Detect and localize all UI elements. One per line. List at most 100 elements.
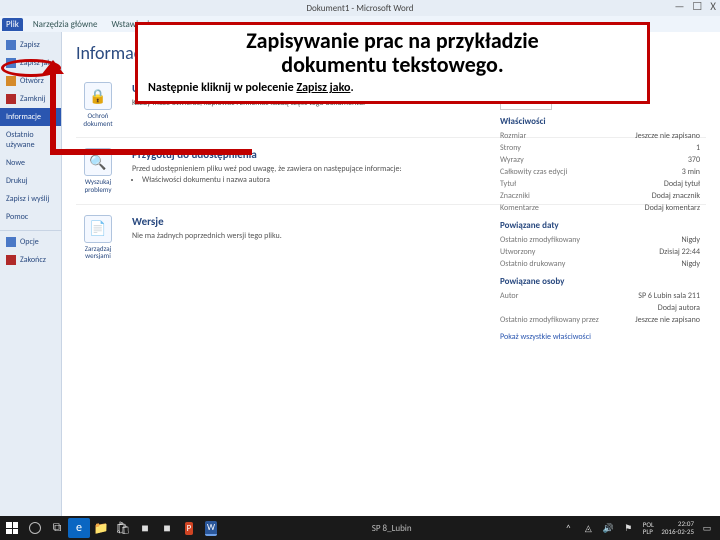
backstage-main: Informacje 🔒 Ochroń dokument Uprawnienia… [62, 32, 720, 516]
task-view-icon[interactable]: ⧉ [46, 518, 68, 538]
nav-label: Opcje [20, 237, 39, 247]
prop-val[interactable]: Dodaj znacznik [652, 191, 700, 201]
prop-row: RozmiarJeszcze nie zapisano [500, 130, 700, 142]
clock-date: 2016-02-25 [661, 528, 694, 536]
close-button[interactable]: X [710, 0, 716, 13]
prop-row: Znaczniki Dodaj znacznik [500, 190, 700, 202]
title-bar: Dokument1 - Microsoft Word — ☐ X [0, 0, 720, 16]
nav-label: Ostatnio używane [6, 130, 55, 150]
prop-row: Ostatnio drukowanyNigdy [500, 258, 700, 270]
maximize-button[interactable]: ☐ [692, 0, 702, 13]
prop-val: Jeszcze nie zapisano [635, 315, 700, 325]
icon-caption: Ochroń dokument [76, 112, 120, 127]
prop-key: Ostatnio zmodyfikowany przez [500, 315, 599, 325]
instr-underlined: Zapisz jako [296, 81, 350, 95]
system-tray: ^ ◬ 🔊 ⚑ POL PLP 22:07 2016-02-25 ▭ [561, 518, 720, 538]
taskbar: ⧉ e 📁 🛍 ■ ■ P W SP 8_Lubin ^ ◬ 🔊 ⚑ POL P… [0, 516, 720, 540]
exit-icon [6, 255, 16, 265]
section-heading: Wersje [132, 215, 282, 228]
powerpoint-icon[interactable]: P [178, 518, 200, 538]
section-body: Wersje Nie ma żadnych poprzednich wersji… [132, 215, 282, 260]
prop-row: Całkowity czas edycji3 min [500, 166, 700, 178]
protect-document-button[interactable]: 🔒 Ochroń dokument [76, 82, 120, 127]
minimize-button[interactable]: — [674, 0, 684, 13]
nav-zapisz[interactable]: Zapisz [0, 36, 61, 54]
prop-key: Strony [500, 143, 521, 153]
save-as-icon [6, 58, 16, 68]
nav-label: Zakończ [20, 255, 46, 265]
start-button[interactable] [0, 516, 24, 540]
section-desc: Nie ma żadnych poprzednich wersji tego p… [132, 231, 282, 241]
instr-period: . [350, 81, 353, 95]
nav-zapisz-i-wyslij[interactable]: Zapisz i wyślij [0, 190, 61, 208]
prop-key: Autor [500, 291, 518, 301]
prop-key: Wyrazy [500, 155, 524, 165]
nav-label: Otwórz [20, 76, 44, 86]
arrow-head [42, 60, 64, 74]
nav-drukuj[interactable]: Drukuj [0, 172, 61, 190]
windows-logo-icon [6, 522, 18, 534]
prop-val: 1 [696, 143, 700, 153]
word-icon[interactable]: W [200, 518, 222, 538]
language-indicator[interactable]: POL PLP [641, 518, 655, 538]
section-body: Przygotuj do udostępnienia Przed udostęp… [132, 148, 402, 193]
instr-text: Następnie kliknij w polecenie [148, 81, 296, 95]
prop-key: Komentarze [500, 203, 539, 213]
nav-zakoncz[interactable]: Zakończ [0, 251, 61, 269]
tab-narzedzia-glowne[interactable]: Narzędzia główne [29, 18, 102, 31]
prop-val: Dzisiaj 22:44 [659, 247, 700, 257]
open-icon [6, 76, 16, 86]
chevron-up-icon[interactable]: ^ [561, 518, 575, 538]
prop-row: TytułDodaj tytuł [500, 178, 700, 190]
props-heading: Powiązane osoby [500, 276, 700, 287]
prop-val[interactable]: Dodaj autora [658, 303, 700, 313]
instruction-callout: Zapisywanie prac na przykładzie dokument… [135, 22, 650, 104]
prop-val[interactable]: Dodaj komentarz [645, 203, 700, 213]
volume-icon[interactable]: 🔊 [601, 518, 615, 538]
nav-nowe[interactable]: Nowe [0, 154, 61, 172]
nav-pomoc[interactable]: Pomoc [0, 208, 61, 226]
prop-val: SP 6 Lubin sala 211 [638, 291, 700, 301]
action-center-icon[interactable]: ▭ [700, 518, 714, 538]
prop-val[interactable]: Dodaj tytuł [664, 179, 700, 189]
props-heading: Właściwości [500, 116, 700, 127]
nav-label: Zamknij [20, 94, 46, 104]
network-icon[interactable]: ◬ [581, 518, 595, 538]
prop-key: Znaczniki [500, 191, 530, 201]
prop-row: Strony 1 [500, 142, 700, 154]
nav-label: Drukuj [6, 176, 28, 186]
word-window: Dokument1 - Microsoft Word — ☐ X Plik Na… [0, 0, 720, 540]
store-icon[interactable]: 🛍 [112, 518, 134, 538]
prop-key: Ostatnio zmodyfikowany [500, 235, 580, 245]
nav-label: Zapisz i wyślij [6, 194, 49, 204]
prop-row: Dodaj autora [500, 302, 700, 314]
edge-icon[interactable]: e [68, 518, 90, 538]
prop-row: UtworzonyDzisiaj 22:44 [500, 246, 700, 258]
tab-plik[interactable]: Plik [2, 18, 23, 31]
nav-label: Nowe [6, 158, 25, 168]
callout-title-line: Zapisywanie prac na przykładzie [148, 29, 637, 53]
nav-label: Pomoc [6, 212, 28, 222]
clock[interactable]: 22:07 2016-02-25 [661, 520, 694, 535]
prop-val: 3 min [682, 167, 700, 177]
arrow-vertical [50, 70, 56, 155]
app-icon[interactable]: ■ [134, 518, 156, 538]
window-controls: — ☐ X [674, 0, 716, 13]
show-all-properties-link[interactable]: Pokaż wszystkie właściwości [500, 332, 700, 342]
nav-opcje[interactable]: Opcje [0, 230, 61, 251]
callout-title-line: dokumentu tekstowego. [148, 53, 637, 77]
cortana-icon[interactable] [24, 518, 46, 538]
file-explorer-icon[interactable]: 📁 [90, 518, 112, 538]
taskbar-center-text: SP 8_Lubin [222, 523, 561, 534]
arrow-horizontal [50, 149, 252, 155]
tray-icon[interactable]: ⚑ [621, 518, 635, 538]
icon-caption: Zarządzaj wersjami [76, 245, 120, 260]
prop-row: Ostatnio zmodyfikowany przez Jeszcze nie … [500, 314, 700, 326]
prop-key: Rozmiar [500, 131, 526, 141]
manage-versions-button[interactable]: 📄 Zarządzaj wersjami [76, 215, 120, 260]
check-issues-button[interactable]: 🔍 Wyszukaj problemy [76, 148, 120, 193]
nav-label: Informacje [6, 112, 41, 122]
app-icon[interactable]: ■ [156, 518, 178, 538]
prop-key: Ostatnio drukowany [500, 259, 565, 269]
prop-row: Autor SP 6 Lubin sala 211 [500, 290, 700, 302]
